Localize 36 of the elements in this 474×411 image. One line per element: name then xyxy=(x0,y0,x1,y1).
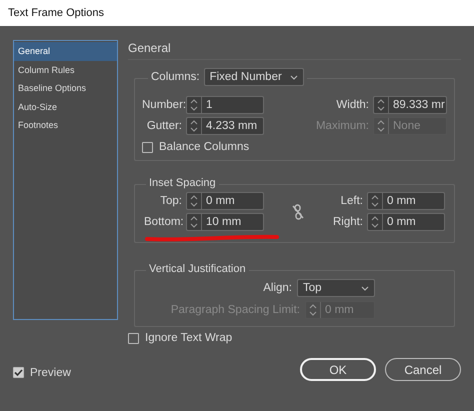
field-label: Top: xyxy=(159,195,182,207)
number-field[interactable]: 1 xyxy=(186,96,264,114)
checkbox[interactable] xyxy=(128,332,139,344)
checkbox-label: Ignore Text Wrap xyxy=(145,332,232,344)
field-label: Width: xyxy=(335,99,369,111)
field-label: Bottom: xyxy=(144,216,182,228)
field-label: Align: xyxy=(263,282,292,294)
number-field[interactable]: 10 mm xyxy=(186,213,264,231)
sidebar-item[interactable]: General xyxy=(14,42,117,60)
number-field[interactable]: 0 mm xyxy=(367,213,445,231)
sidebar-item[interactable]: Baseline Options xyxy=(14,79,117,98)
caret-icon xyxy=(361,286,369,290)
number-field[interactable]: 0 mm xyxy=(367,192,445,210)
sidebar-item[interactable]: Footnotes xyxy=(14,116,117,134)
checkbox[interactable] xyxy=(13,367,24,378)
checkbox-label: Balance Columns xyxy=(159,141,250,153)
number-field[interactable]: 4.233 mm xyxy=(186,117,264,135)
checkbox-label: Preview xyxy=(30,366,71,378)
section-heading: General xyxy=(128,40,461,60)
field-label: Left: xyxy=(340,195,363,207)
ok-button[interactable]: OK xyxy=(300,358,376,381)
group-title: Inset Spacing xyxy=(149,177,216,189)
columns-label: Columns: xyxy=(151,71,200,83)
number-field[interactable]: 0 mm xyxy=(186,192,264,210)
sidebar-item[interactable]: Auto-Size xyxy=(14,98,117,116)
sidebar-item[interactable]: Column Rules xyxy=(14,60,117,79)
align-dropdown[interactable]: Top xyxy=(297,279,375,297)
field-label: Gutter: xyxy=(146,120,182,132)
cancel-button[interactable]: Cancel xyxy=(385,358,461,381)
field-label: Right: xyxy=(332,216,363,228)
window-title: Text Frame Options xyxy=(8,7,104,19)
caret-icon xyxy=(290,74,298,80)
columns-dropdown[interactable]: Fixed Number xyxy=(204,68,304,86)
number-field[interactable]: 89.333 mr xyxy=(373,96,447,114)
checkbox[interactable] xyxy=(142,142,153,152)
group-title: Vertical Justification xyxy=(149,263,246,275)
